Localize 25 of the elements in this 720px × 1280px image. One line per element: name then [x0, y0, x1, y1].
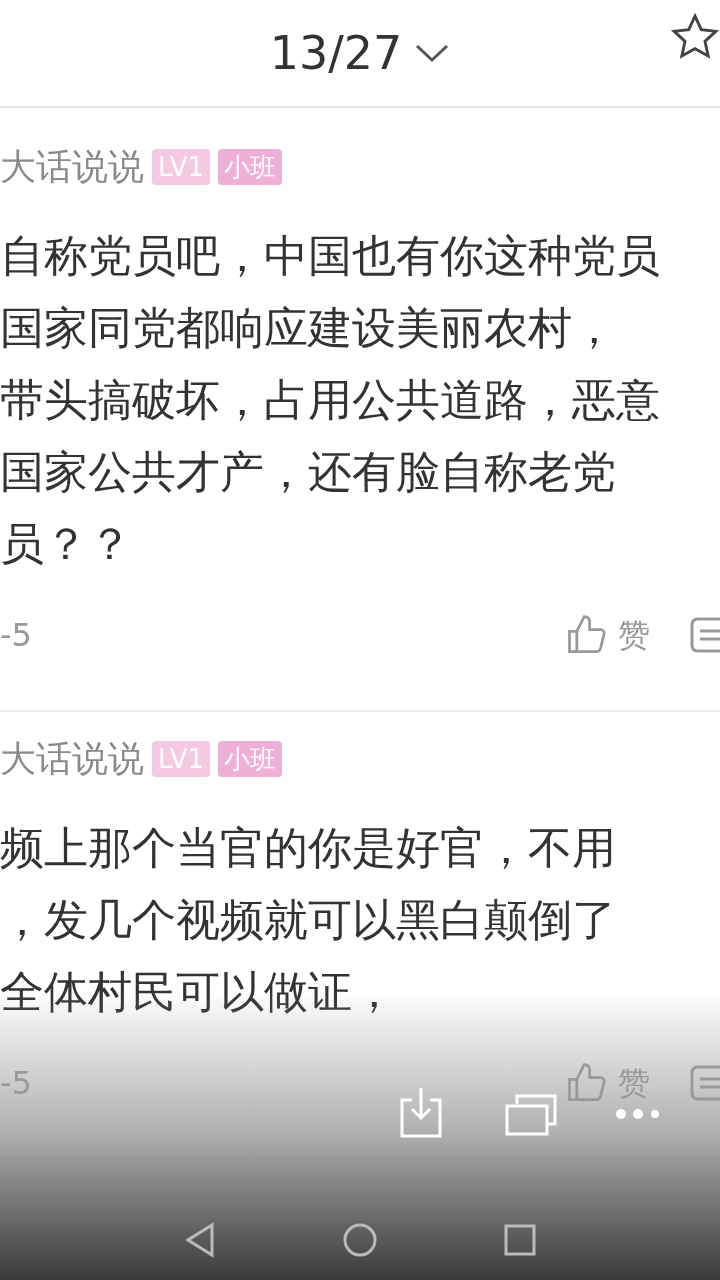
comment-text: 带头搞破坏，占用公共道路，恶意 — [0, 373, 661, 427]
comment-text: ，发几个视频就可以黑白颠倒了 — [0, 893, 617, 947]
page-counter[interactable]: 13/27 — [269, 18, 403, 88]
comment-text: 员？？ — [0, 517, 133, 571]
level-tag: 小班 — [217, 149, 282, 185]
download-icon[interactable] — [400, 1086, 442, 1138]
comment-text: 全体村民可以做证， — [0, 965, 397, 1019]
username: 大话说说 — [0, 737, 144, 781]
comment-text: 频上那个当官的你是好官，不用 — [0, 821, 617, 875]
comment-date: -5 — [0, 1063, 32, 1104]
back-icon[interactable] — [184, 1222, 216, 1258]
comment-text: 自称党员吧，中国也有你这种党员 — [0, 229, 661, 283]
comment-icon[interactable] — [690, 615, 720, 655]
comment-icon[interactable] — [690, 1063, 720, 1103]
comment-date: -5 — [0, 615, 32, 656]
more-icon[interactable] — [615, 1108, 661, 1120]
like-label[interactable]: 赞 — [618, 611, 650, 659]
level-tag: 小班 — [217, 741, 282, 777]
username: 大话说说 — [0, 145, 144, 189]
comment-text: 国家公共才产，还有脸自称老党 — [0, 445, 617, 499]
comment-text: 国家同党都响应建设美丽农村， — [0, 301, 617, 355]
like-label[interactable]: 赞 — [618, 1059, 650, 1107]
recents-icon[interactable] — [504, 1224, 536, 1256]
windows-icon[interactable] — [505, 1094, 557, 1136]
home-icon[interactable] — [342, 1222, 378, 1258]
